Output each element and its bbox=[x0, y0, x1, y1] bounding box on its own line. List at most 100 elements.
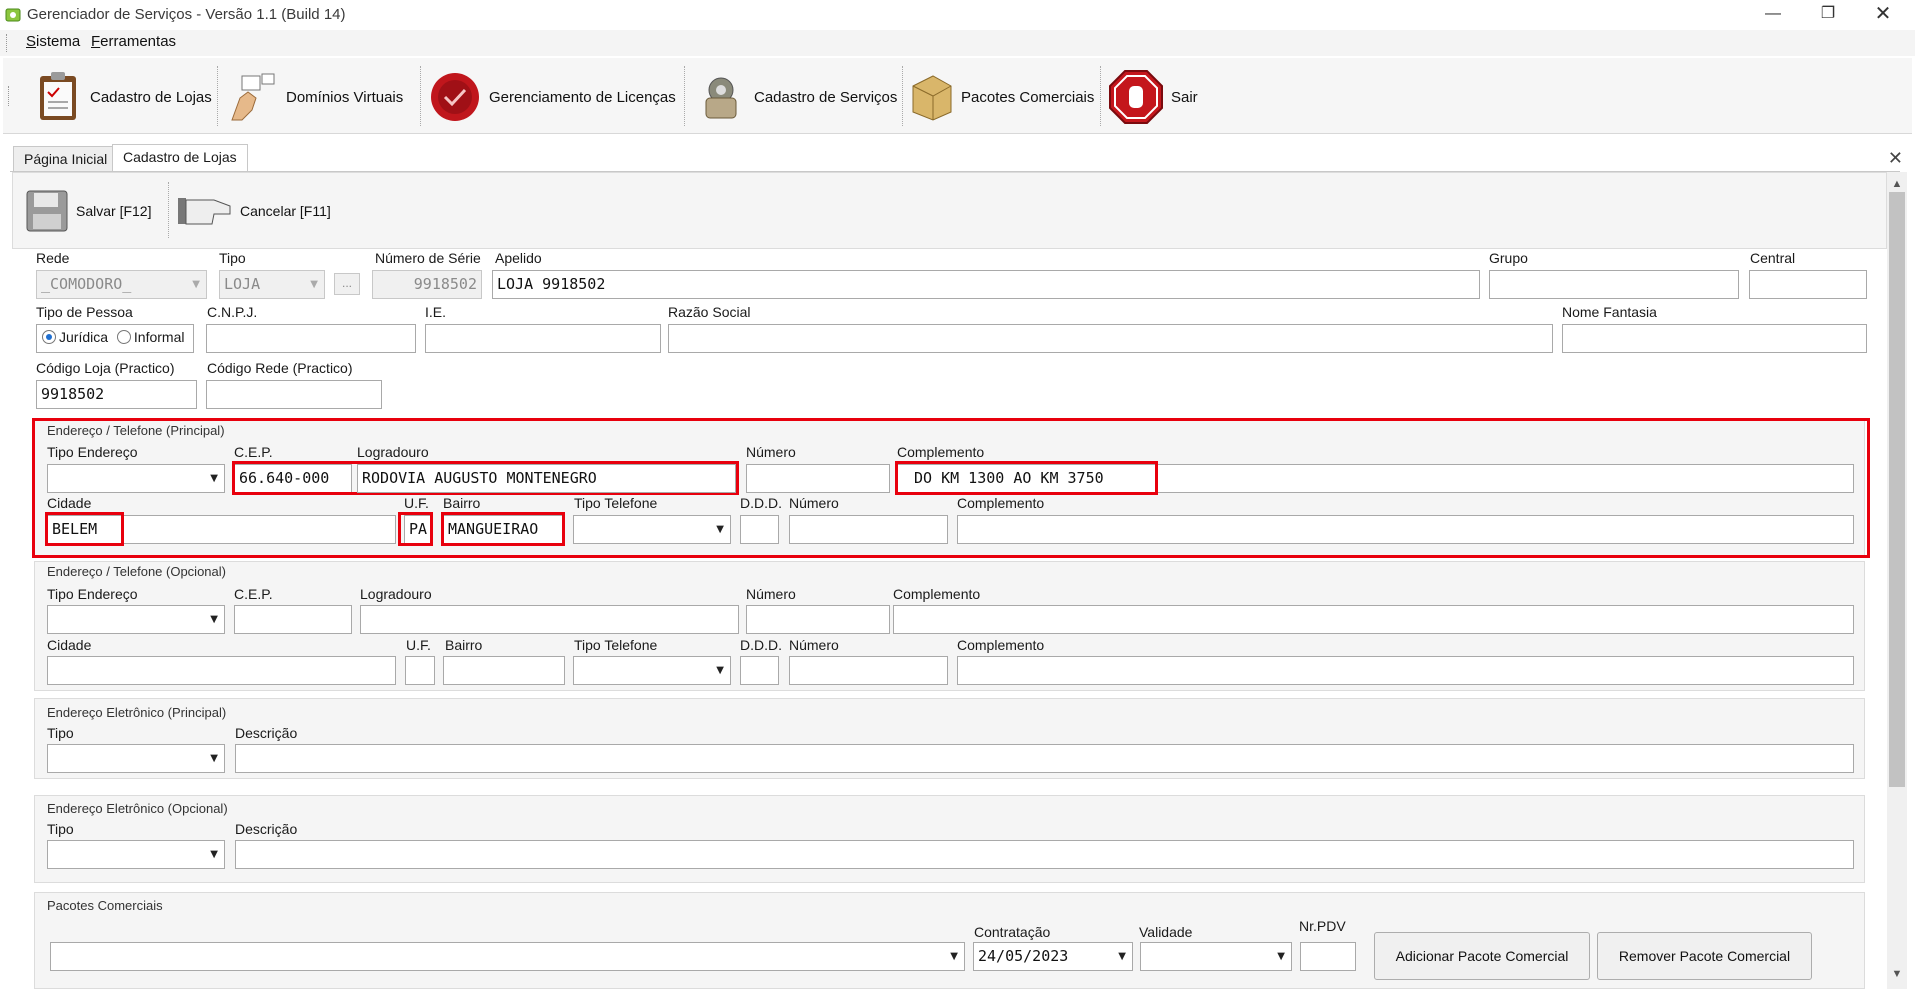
toolbar-separator bbox=[1100, 66, 1101, 126]
opc-email-descricao-label: Descrição bbox=[235, 821, 298, 837]
opc-tipo-endereco-select[interactable]: ▼ bbox=[47, 605, 225, 634]
radio-informal[interactable]: Informal bbox=[116, 329, 185, 345]
close-tab-icon[interactable]: ✕ bbox=[1888, 148, 1903, 169]
central-label: Central bbox=[1750, 250, 1796, 266]
remove-pacote-button[interactable]: Remover Pacote Comercial bbox=[1597, 932, 1812, 980]
close-window-icon[interactable]: ✕ bbox=[1860, 0, 1906, 30]
seal-icon bbox=[431, 73, 479, 121]
pacote-select[interactable]: ▼ bbox=[50, 942, 965, 971]
opc-cep-label: C.E.P. bbox=[234, 586, 273, 602]
highlight-complemento bbox=[895, 461, 1158, 495]
nome-fantasia-field[interactable] bbox=[1562, 324, 1867, 353]
menu-ferramentas[interactable]: Ferramentas bbox=[91, 33, 176, 50]
email-descricao-field[interactable] bbox=[235, 744, 1854, 773]
restore-icon[interactable]: ❐ bbox=[1805, 0, 1851, 30]
service-icon bbox=[705, 77, 737, 119]
gerenciamento-licencas-button[interactable]: Gerenciamento de Licenças bbox=[427, 66, 676, 128]
cidade-label: Cidade bbox=[47, 495, 92, 511]
floppy-icon bbox=[26, 190, 68, 232]
opc-ddd-field[interactable] bbox=[740, 656, 779, 685]
contratacao-label: Contratação bbox=[974, 924, 1051, 940]
address-principal-title: Endereço / Telefone (Principal) bbox=[47, 423, 225, 438]
add-pacote-button[interactable]: Adicionar Pacote Comercial bbox=[1374, 932, 1590, 980]
window-title: Gerenciador de Serviços - Versão 1.1 (Bu… bbox=[27, 6, 346, 23]
opc-telefone-numero-field[interactable] bbox=[789, 656, 948, 685]
sair-button[interactable]: Sair bbox=[1107, 66, 1198, 128]
opc-bairro-field[interactable] bbox=[443, 656, 565, 685]
opc-cidade-field[interactable] bbox=[47, 656, 396, 685]
app-icon bbox=[5, 8, 21, 22]
razao-social-field[interactable] bbox=[668, 324, 1553, 353]
cnpj-field[interactable] bbox=[206, 324, 416, 353]
opc-email-descricao-field[interactable] bbox=[235, 840, 1854, 869]
apelido-field[interactable]: LOJA 9918502 bbox=[492, 270, 1480, 299]
opc-numero2-label: Número bbox=[789, 637, 839, 653]
cadastro-lojas-button[interactable]: Cadastro de Lojas bbox=[34, 66, 212, 128]
tab-pagina-inicial[interactable]: Página Inicial bbox=[13, 146, 119, 172]
opc-numero-field[interactable] bbox=[746, 605, 890, 634]
address-opcional-title: Endereço / Telefone (Opcional) bbox=[47, 564, 226, 579]
opc-tipo-telefone-select[interactable]: ▼ bbox=[573, 656, 731, 685]
dominios-virtuais-button[interactable]: Domínios Virtuais bbox=[226, 66, 403, 128]
email-opcional-group bbox=[34, 795, 1865, 883]
cod-loja-field[interactable]: 9918502 bbox=[36, 380, 197, 409]
opc-cep-field[interactable] bbox=[234, 605, 352, 634]
telefone-complemento-field[interactable] bbox=[957, 515, 1854, 544]
tipo-telefone-label: Tipo Telefone bbox=[574, 495, 658, 511]
serie-label: Número de Série bbox=[375, 250, 481, 266]
menu-sistema[interactable]: Sistema bbox=[26, 33, 80, 50]
save-button[interactable]: Salvar [F12] bbox=[24, 180, 151, 242]
logradouro-field[interactable]: RODOVIA AUGUSTO MONTENEGRO bbox=[357, 464, 736, 493]
email-tipo-select[interactable]: ▼ bbox=[47, 744, 225, 773]
opc-complemento-field[interactable] bbox=[893, 605, 1854, 634]
scroll-down-icon[interactable]: ▼ bbox=[1887, 964, 1907, 984]
cod-rede-field[interactable] bbox=[206, 380, 382, 409]
serie-field[interactable]: 9918502 bbox=[372, 270, 482, 299]
logradouro-label: Logradouro bbox=[357, 444, 429, 460]
contratacao-date-field[interactable]: 24/05/2023 ▼ bbox=[973, 942, 1133, 971]
validade-select[interactable]: ▼ bbox=[1140, 942, 1292, 971]
menu-grip bbox=[6, 34, 9, 52]
pacotes-group bbox=[34, 892, 1865, 989]
opc-bairro-label: Bairro bbox=[445, 637, 483, 653]
minimize-icon[interactable]: — bbox=[1750, 0, 1796, 30]
tab-cadastro-lojas[interactable]: Cadastro de Lojas bbox=[112, 144, 248, 172]
opc-uf-field[interactable] bbox=[405, 656, 435, 685]
rede-select[interactable]: _COMODORO_ ▼ bbox=[36, 270, 207, 299]
tipo-telefone-select[interactable]: ▼ bbox=[573, 515, 731, 544]
numero-field[interactable] bbox=[746, 464, 890, 493]
central-field[interactable] bbox=[1749, 270, 1867, 299]
tipo-ellipsis-button[interactable]: ... bbox=[334, 273, 360, 295]
bairro-label: Bairro bbox=[443, 495, 481, 511]
telefone-numero-field[interactable] bbox=[789, 515, 948, 544]
cadastro-servicos-button[interactable]: Cadastro de Serviços bbox=[694, 66, 897, 128]
razao-label: Razão Social bbox=[668, 304, 751, 320]
opc-email-tipo-label: Tipo bbox=[47, 821, 74, 837]
pacotes-comerciais-button[interactable]: Pacotes Comerciais bbox=[909, 66, 1094, 128]
highlight-bairro bbox=[441, 512, 565, 546]
radio-juridica[interactable]: Jurídica bbox=[42, 329, 108, 345]
ie-field[interactable] bbox=[425, 324, 661, 353]
rede-label: Rede bbox=[36, 250, 70, 266]
stop-hand-icon bbox=[1109, 70, 1163, 124]
nrpdv-field[interactable] bbox=[1300, 942, 1356, 971]
tipo-endereco-select[interactable]: ▼ bbox=[47, 464, 225, 493]
tipo-select[interactable]: LOJA ▼ bbox=[219, 270, 325, 299]
opc-tipo-telefone-label: Tipo Telefone bbox=[574, 637, 658, 653]
pacotes-title: Pacotes Comerciais bbox=[47, 898, 163, 913]
grupo-field[interactable] bbox=[1489, 270, 1739, 299]
opc-telefone-complemento-field[interactable] bbox=[957, 656, 1854, 685]
toolbar-separator bbox=[168, 182, 169, 238]
numero-label: Número bbox=[746, 444, 796, 460]
scroll-thumb[interactable] bbox=[1889, 192, 1905, 787]
cancel-button[interactable]: Cancelar [F11] bbox=[176, 180, 331, 242]
toolbar-separator bbox=[217, 66, 218, 126]
opc-logradouro-field[interactable] bbox=[360, 605, 739, 634]
scroll-up-icon[interactable]: ▲ bbox=[1887, 174, 1907, 194]
opc-email-tipo-select[interactable]: ▼ bbox=[47, 840, 225, 869]
opc-ddd-label: D.D.D. bbox=[740, 637, 782, 653]
tipo-endereco-label: Tipo Endereço bbox=[47, 444, 138, 460]
apelido-label: Apelido bbox=[495, 250, 542, 266]
menu-bar bbox=[0, 30, 1915, 56]
ddd-field[interactable] bbox=[740, 515, 779, 544]
